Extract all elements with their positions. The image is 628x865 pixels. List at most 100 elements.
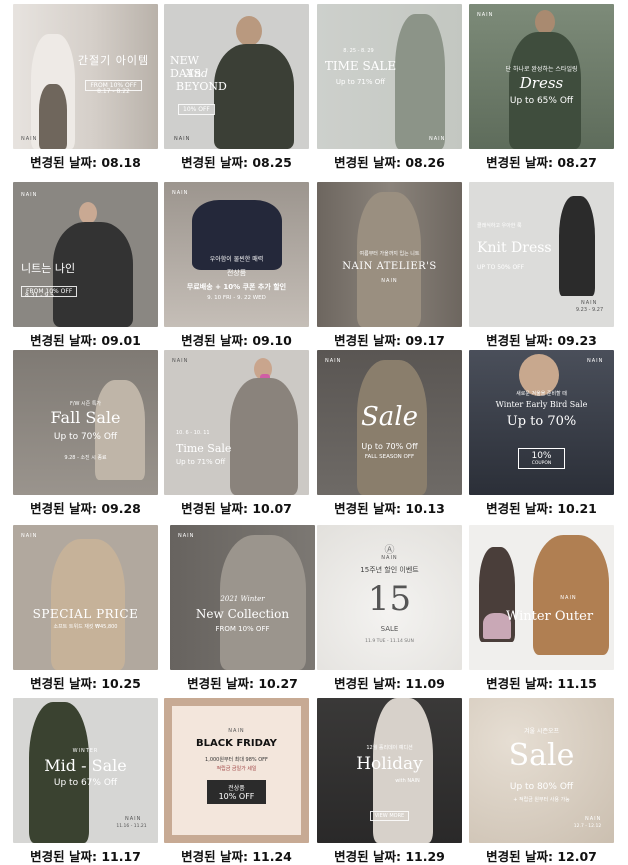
banner-sub: Up to 71% Off (176, 458, 226, 466)
banner-image[interactable]: 간절기 아이템 FROM 10% OFF 8.17 - 8.22 NAIN (13, 4, 158, 149)
banner-image[interactable]: Sale Up to 70% Off FALL SEASON OFF NAIN (317, 350, 462, 495)
banner-sub: Up to 67% Off (53, 778, 118, 788)
date-caption: 변경된 날짜: 12.07 (486, 849, 597, 864)
banner-title: 15 (367, 579, 412, 619)
banner-card[interactable]: 2021 Winter New Collection FROM 10% OFF … (170, 525, 315, 691)
banner-sub: Up to 65% Off (509, 96, 574, 106)
banner-image[interactable]: 12월 홀리데이 예디션 Holiday with NAIN VIEW MORE (317, 698, 462, 843)
banner-date-range: 11.16 - 11.21 (116, 824, 147, 829)
banner-title: Dress (519, 74, 564, 92)
discount-value: 10% OFF (218, 792, 255, 801)
banner-image[interactable]: NEW DAYS And BEYOND 10% OFF NAIN (164, 4, 309, 149)
brand-logo: NAIN (581, 300, 598, 306)
date-caption: 변경된 날짜: 09.23 (486, 333, 597, 348)
coupon-value: 10% (531, 451, 552, 461)
banner-sub-2: 적립금 금일가 세일 (216, 766, 257, 772)
banner-image[interactable]: 클래식하고 우아한 룩 Knit Dress UP TO 50% OFF 9.2… (469, 182, 614, 327)
banner-image[interactable]: 여름부터 가을까지 입는 니트 NAIN ATELIER'S NAIN (317, 182, 462, 327)
banner-image[interactable]: Ⓐ NAIN 15주년 할인 이벤트 15 SALE 11.9 TUE - 11… (317, 525, 462, 670)
banner-sub: NAIN (381, 278, 398, 284)
banner-image[interactable]: 8. 25 - 8. 29 TIME SALE Up to 71% Off NA… (317, 4, 462, 149)
discount-scope: 전상품 (228, 785, 245, 792)
banner-pre: 우아함이 물씬한 매력 (209, 256, 264, 263)
banner-image[interactable]: 겨울 시즌오프 Sale Up to 80% Off + 적립금 원부터 사용 … (469, 698, 614, 843)
banner-title: TIME SALE (324, 59, 397, 73)
date-caption: 변경된 날짜: 11.24 (181, 849, 292, 864)
banner-sub: 10% OFF (178, 104, 215, 115)
banner-card[interactable]: 간절기 아이템 FROM 10% OFF 8.17 - 8.22 NAIN 변경… (13, 4, 158, 170)
banner-card[interactable]: F/W 시즌 특가 Fall Sale Up to 70% Off 9.28 -… (13, 350, 158, 516)
banner-sub: Up to 70% Off (53, 432, 118, 442)
brand-logo: NAIN (21, 192, 38, 198)
banner-title-3: BEYOND (176, 80, 227, 93)
banner-image[interactable]: 2021 Winter New Collection FROM 10% OFF … (170, 525, 315, 670)
banner-image[interactable]: NAIN BLACK FRIDAY 1,000원부터 최대 98% OFF 적립… (164, 698, 309, 843)
banner-pre: 여름부터 가을까지 입는 니트 (359, 251, 420, 257)
banner-date-range: 8.31 - 9.5 (25, 292, 54, 299)
banner-card[interactable]: 우아함이 물씬한 매력 전상품 무료배송 + 10% 쿠폰 추가 할인 9. 1… (164, 182, 309, 348)
banner-card[interactable]: Sale Up to 70% Off FALL SEASON OFF NAIN … (317, 350, 462, 516)
banner-image[interactable]: NAIN Winter Outer (469, 525, 614, 670)
banner-title: Winter Outer (505, 609, 594, 624)
banner-sub: SALE (380, 625, 399, 633)
banner-pre: 8. 25 - 8. 29 (343, 48, 374, 54)
banner-card[interactable]: NEW DAYS And BEYOND 10% OFF NAIN 변경된 날짜:… (164, 4, 309, 170)
banner-pre: 새로운 겨울을 준비할 때 (516, 391, 567, 397)
banner-date-range: 9.28 - 소진 시 종료 (64, 455, 107, 461)
banner-card[interactable]: 단 하나로 완성하는 스타일링 Dress Up to 65% Off NAIN… (469, 4, 614, 170)
banner-image[interactable]: F/W 시즌 특가 Fall Sale Up to 70% Off 9.28 -… (13, 350, 158, 495)
skirt-shape (39, 84, 67, 149)
banner-card[interactable]: 8. 25 - 8. 29 TIME SALE Up to 71% Off NA… (317, 4, 462, 170)
date-caption: 변경된 날짜: 10.27 (187, 676, 298, 691)
banner-card[interactable]: WINTER Mid - Sale Up to 67% Off NAIN 11.… (13, 698, 158, 864)
banner-image[interactable]: WINTER Mid - Sale Up to 67% Off NAIN 11.… (13, 698, 158, 843)
date-caption: 변경된 날짜: 09.17 (334, 333, 445, 348)
banner-card[interactable]: Ⓐ NAIN 15주년 할인 이벤트 15 SALE 11.9 TUE - 11… (317, 525, 462, 691)
discount-box[interactable]: 전상품 10% OFF (206, 780, 267, 804)
banner-image[interactable]: SPECIAL PRICE 소프트 트위드 재킷 ₩45,800 NAIN (13, 525, 158, 670)
jacket-shape (51, 539, 125, 670)
banner-card[interactable]: NAIN BLACK FRIDAY 1,000원부터 최대 98% OFF 적립… (164, 698, 309, 864)
banner-sub: Up to 70% (506, 414, 577, 429)
brand-logo: NAIN (125, 816, 142, 822)
banner-image[interactable]: 10. 6 - 10. 11 Time Sale Up to 71% Off N… (164, 350, 309, 495)
banner-card[interactable]: NAIN 니트는 나인 FROM 10% OFF 8.31 - 9.5 변경된 … (13, 182, 158, 348)
banner-pre: 10. 6 - 10. 11 (176, 430, 210, 436)
coupon-box[interactable]: 10% COUPON (518, 448, 565, 469)
view-more-button[interactable]: VIEW MORE (369, 811, 410, 821)
banner-card[interactable]: SPECIAL PRICE 소프트 트위드 재킷 ₩45,800 NAIN 변경… (13, 525, 158, 691)
brand-logo: NAIN (21, 533, 38, 539)
date-caption: 변경된 날짜: 08.25 (181, 155, 292, 170)
banner-card[interactable]: 클래식하고 우아한 룩 Knit Dress UP TO 50% OFF 9.2… (469, 182, 614, 348)
model-head (535, 10, 555, 34)
brand-logo: NAIN (477, 12, 494, 18)
banner-title: New Collection (195, 607, 290, 621)
banner-image[interactable]: 우아함이 물씬한 매력 전상품 무료배송 + 10% 쿠폰 추가 할인 9. 1… (164, 182, 309, 327)
brand-logo: NAIN (228, 728, 245, 734)
brand-logo: NAIN (21, 136, 38, 142)
banner-sub: FROM 10% OFF (215, 625, 270, 633)
banner-title: Mid - Sale (44, 756, 127, 775)
banner-card[interactable]: 겨울 시즌오프 Sale Up to 80% Off + 적립금 원부터 사용 … (469, 698, 614, 864)
model-head (79, 202, 97, 224)
banner-card[interactable]: 10. 6 - 10. 11 Time Sale Up to 71% Off N… (164, 350, 309, 516)
coat-shape (230, 378, 298, 495)
banner-image[interactable]: 단 하나로 완성하는 스타일링 Dress Up to 65% Off NAIN (469, 4, 614, 149)
banner-card[interactable]: 여름부터 가을까지 입는 니트 NAIN ATELIER'S NAIN 변경된 … (317, 182, 462, 348)
banner-card[interactable]: 새로운 겨울을 준비할 때 Winter Early Bird Sale Up … (469, 350, 614, 516)
banner-card[interactable]: 12월 홀리데이 예디션 Holiday with NAIN VIEW MORE… (317, 698, 462, 864)
date-caption: 변경된 날짜: 10.21 (486, 501, 597, 516)
brand-logo: NAIN (560, 595, 577, 601)
banner-image[interactable]: 새로운 겨울을 준비할 때 Winter Early Bird Sale Up … (469, 350, 614, 495)
banner-card[interactable]: NAIN Winter Outer 변경된 날짜: 11.15 (469, 525, 614, 691)
banner-sub: 1,000원부터 최대 98% OFF (205, 757, 268, 763)
banner-date-range: 9. 10 FRI - 9. 22 WED (207, 295, 266, 301)
banner-date-range: 8.17 - 8.22 (97, 88, 130, 95)
banner-grid: 간절기 아이템 FROM 10% OFF 8.17 - 8.22 NAIN 변경… (0, 0, 628, 864)
banner-image[interactable]: NAIN 니트는 나인 FROM 10% OFF 8.31 - 9.5 (13, 182, 158, 327)
banner-pre-2: 전상품 (226, 269, 247, 277)
brand-logo: NAIN (429, 136, 446, 142)
brand-logo: NAIN (585, 816, 602, 822)
banner-title: 무료배송 + 10% 쿠폰 추가 할인 (186, 283, 287, 291)
brand-logo: NAIN (178, 533, 195, 539)
